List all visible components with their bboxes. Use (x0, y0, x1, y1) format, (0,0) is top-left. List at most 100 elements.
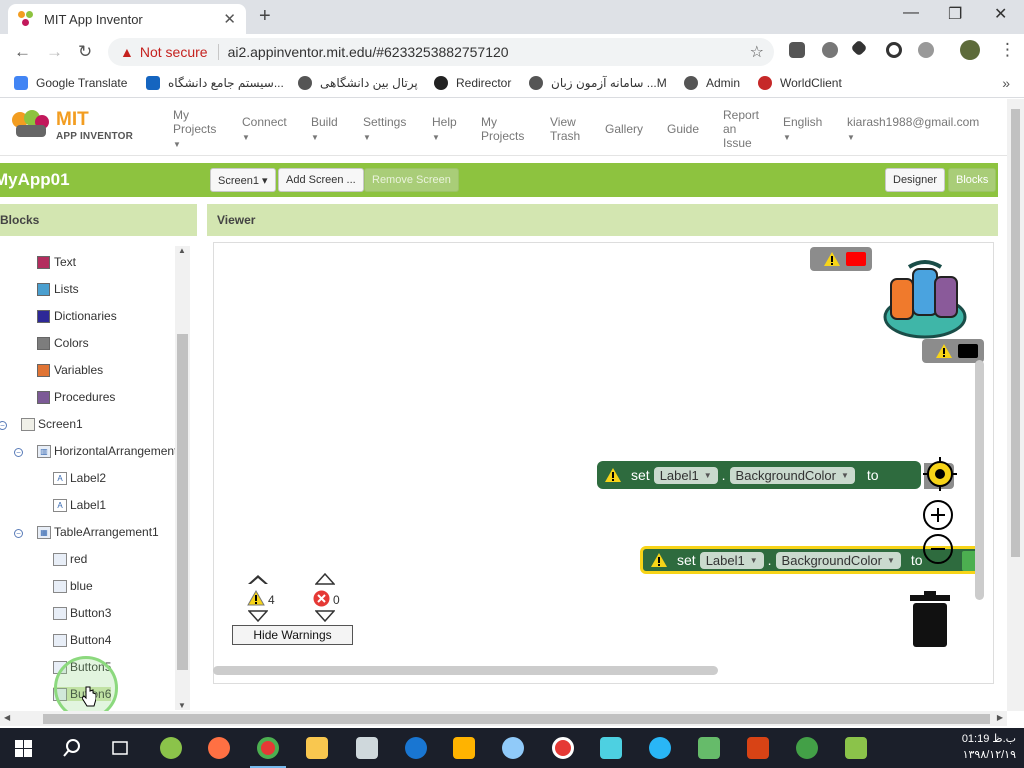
record-icon[interactable] (552, 737, 574, 759)
builtin-colors[interactable]: Colors (37, 336, 89, 350)
url-text[interactable]: ai2.appinventor.mit.edu/#623325388275712… (228, 44, 509, 60)
reload-icon[interactable]: ↻ (78, 42, 92, 62)
zoom-in-icon[interactable] (922, 499, 954, 531)
bookmark-redirector[interactable]: Redirector (434, 76, 511, 90)
extension-icon[interactable] (850, 39, 868, 57)
bookmark-language-test[interactable]: سامانه آزمون زبان ...M (529, 76, 667, 90)
next-warning-icon[interactable] (248, 610, 268, 622)
property-dropdown[interactable]: BackgroundColor ▼ (729, 466, 855, 484)
extension-icon[interactable] (789, 42, 805, 58)
edge-icon[interactable] (405, 737, 427, 759)
builtin-procedures[interactable]: Procedures (37, 390, 115, 404)
trash-icon[interactable] (908, 591, 952, 647)
page-vertical-scrollbar[interactable] (1007, 99, 1024, 711)
tree-screen1[interactable]: Screen1 (21, 417, 83, 431)
tree-button4[interactable]: Button4 (53, 633, 111, 647)
search-icon[interactable] (63, 739, 81, 757)
add-screen-button[interactable]: Add Screen ... (278, 168, 364, 192)
android-studio-icon[interactable] (160, 737, 182, 759)
tree-label1[interactable]: A Label1 (53, 498, 106, 512)
zoom-out-icon[interactable] (922, 533, 954, 565)
collapse-toggle-icon[interactable]: − (14, 448, 23, 457)
builtin-dictionaries[interactable]: Dictionaries (37, 309, 117, 323)
bookmark-google-translate[interactable]: Google Translate (14, 76, 127, 90)
tree-button3[interactable]: Button3 (53, 606, 111, 620)
workspace-vertical-scrollbar[interactable] (975, 360, 984, 600)
paint-icon[interactable] (502, 737, 524, 759)
telegram-icon[interactable] (649, 737, 671, 759)
more-icon[interactable]: ⋮ (999, 40, 1016, 60)
report-issue-link[interactable]: Report an Issue (723, 108, 765, 150)
blocks-button[interactable]: Blocks (948, 168, 997, 192)
scroll-right-icon[interactable]: ▶ (997, 713, 1003, 722)
target-icon[interactable] (923, 457, 957, 491)
file-explorer-icon[interactable] (306, 737, 328, 759)
bookmark-worldclient[interactable]: WorldClient (758, 76, 842, 90)
scroll-left-icon[interactable]: ◀ (4, 713, 10, 722)
screen-select[interactable]: Screen1 ▾ (210, 168, 276, 192)
next-error-icon[interactable] (315, 610, 335, 622)
guide-link[interactable]: Guide (667, 122, 699, 136)
extension-icon[interactable] (886, 42, 902, 58)
backpack-icon[interactable] (879, 257, 971, 341)
language-menu[interactable]: English ▼ (783, 115, 822, 145)
builtin-lists[interactable]: Lists (37, 282, 79, 296)
extension-icon[interactable] (822, 42, 838, 58)
connect-menu[interactable]: Connect ▼ (242, 115, 287, 145)
tree-label2[interactable]: A Label2 (53, 471, 106, 485)
blocks-tree-scrollbar[interactable]: ▲ ▼ (175, 246, 190, 710)
restore-icon[interactable]: ❐ (948, 4, 962, 24)
component-dropdown[interactable]: Label1 ▼ (653, 466, 718, 484)
my-projects-link[interactable]: My Projects (481, 115, 531, 143)
app-inventor-logo-icon[interactable] (10, 109, 52, 141)
forward-icon[interactable]: → (46, 42, 63, 62)
collapse-toggle-icon[interactable]: − (14, 529, 23, 538)
chrome-icon[interactable] (257, 737, 279, 759)
android-icon[interactable] (845, 737, 867, 759)
back-icon[interactable]: ← (14, 42, 31, 62)
builtin-text[interactable]: Text (37, 255, 76, 269)
tree-table-arrangement[interactable]: ▦ TableArrangement1 (37, 525, 159, 539)
tree-horizontal-arrangement[interactable]: ▥ HorizontalArrangement1 (37, 444, 175, 458)
scroll-down-icon[interactable]: ▼ (178, 701, 186, 710)
app-icon[interactable] (698, 737, 720, 759)
remove-screen-button[interactable]: Remove Screen (364, 168, 459, 192)
build-menu[interactable]: Build ▼ (311, 115, 338, 145)
collapse-toggle-icon[interactable]: − (0, 421, 7, 430)
extension-icon[interactable] (918, 42, 934, 58)
previous-error-icon[interactable] (315, 573, 335, 585)
media-player-icon[interactable] (453, 737, 475, 759)
page-horizontal-scrollbar[interactable]: ◀ ▶ (0, 711, 1007, 726)
component-dropdown[interactable]: Label1 ▼ (699, 551, 764, 569)
designer-button[interactable]: Designer (885, 168, 946, 192)
hide-warnings-button[interactable]: Hide Warnings (232, 625, 353, 645)
scroll-up-icon[interactable]: ▲ (178, 246, 186, 255)
firefox-icon[interactable] (208, 737, 230, 759)
powerpoint-icon[interactable] (747, 737, 769, 759)
omnibox[interactable]: ▲ Not secure ai2.appinventor.mit.edu/#62… (108, 38, 774, 66)
set-backgroundcolor-block[interactable]: set Label1 ▼ . BackgroundColor ▼ to (597, 461, 921, 489)
builtin-variables[interactable]: Variables (37, 363, 103, 377)
globe-icon[interactable] (796, 737, 818, 759)
tree-button-red[interactable]: red (53, 552, 87, 566)
view-trash-link[interactable]: View Trash (550, 115, 590, 143)
window-close-icon[interactable]: ✕ (994, 4, 1007, 24)
avatar[interactable] (960, 40, 980, 60)
bookmark-university-system[interactable]: سیستم جامع دانشگاه... (146, 76, 284, 90)
bookmark-star-icon[interactable]: ☆ (750, 42, 764, 62)
notes-icon[interactable] (600, 737, 622, 759)
task-view-icon[interactable] (110, 740, 130, 756)
system-clock[interactable]: 01:19 ب.ظ ۱۳۹۸/۱۲/۱۹ (962, 731, 1016, 763)
bookmark-admin[interactable]: Admin (684, 76, 740, 90)
browser-tab[interactable]: MIT App Inventor ✕ (8, 4, 246, 34)
workspace-horizontal-scrollbar[interactable] (213, 666, 718, 675)
property-dropdown[interactable]: BackgroundColor ▼ (775, 551, 901, 569)
close-icon[interactable]: ✕ (223, 10, 236, 28)
bookmarks-overflow-icon[interactable]: » (1002, 75, 1010, 91)
my-projects-menu[interactable]: My Projects ▼ (173, 108, 225, 152)
black-color-block[interactable] (922, 339, 984, 363)
bookmark-portal[interactable]: پرتال بین دانشگاهی (298, 76, 418, 90)
account-menu[interactable]: kiarash1988@gmail.com ▼ (847, 115, 979, 145)
new-tab-icon[interactable]: + (259, 5, 271, 28)
tree-button-blue[interactable]: blue (53, 579, 93, 593)
